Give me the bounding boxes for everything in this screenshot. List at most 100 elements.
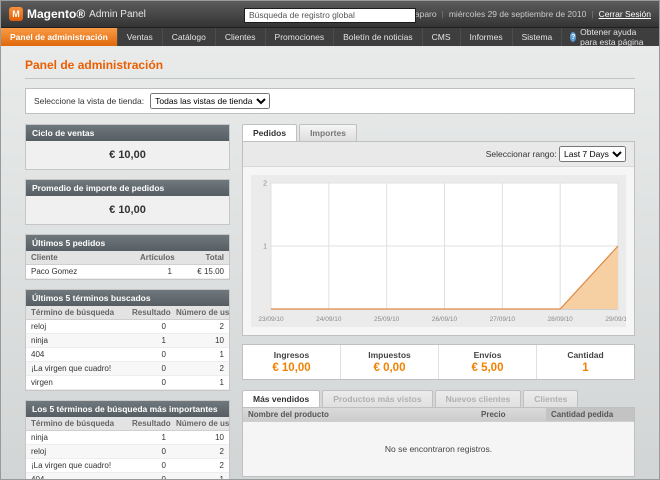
stat-value: 1 bbox=[539, 362, 632, 374]
svg-text:28/09/10: 28/09/10 bbox=[548, 316, 574, 323]
empty-row: No se encontraron registros. bbox=[243, 422, 634, 477]
nav-item-dashboard[interactable]: Panel de administración bbox=[1, 28, 118, 46]
cell-total: € 15.00 bbox=[177, 265, 229, 279]
cell-uses: 10 bbox=[171, 334, 229, 348]
cell-results: 0 bbox=[127, 320, 171, 334]
tab-pedidos[interactable]: Pedidos bbox=[242, 124, 297, 141]
column-header: Número de usos bbox=[171, 417, 229, 431]
orders-chart-svg: 1223/09/1024/09/1025/09/1026/09/1027/09/… bbox=[251, 175, 626, 327]
column-header: Cliente bbox=[26, 251, 135, 265]
bestsellers-table: Nombre del producto Precio Cantidad pedi… bbox=[243, 408, 634, 476]
table-row[interactable]: Paco Gomez 1 € 15.00 bbox=[26, 265, 229, 279]
top-search-table: Término de búsqueda Resultados Número de… bbox=[26, 417, 229, 479]
column-header: Artículos bbox=[135, 251, 177, 265]
nav-item-promociones[interactable]: Promociones bbox=[266, 28, 335, 46]
dashboard: Ciclo de ventas € 10,00 Promedio de impo… bbox=[25, 124, 635, 479]
last-search-title: Últimos 5 términos buscados bbox=[26, 290, 229, 306]
svg-text:24/09/10: 24/09/10 bbox=[316, 316, 342, 323]
top-search-title: Los 5 términos de búsqueda más important… bbox=[26, 401, 229, 417]
orders-area-chart: 1223/09/1024/09/1025/09/1026/09/1027/09/… bbox=[251, 175, 626, 327]
table-row[interactable]: ¡La virgen que cuadro!02 bbox=[26, 459, 229, 473]
cell-uses: 1 bbox=[171, 376, 229, 390]
cell-term: reloj bbox=[26, 445, 127, 459]
table-row[interactable]: 40401 bbox=[26, 473, 229, 480]
cell-term: 404 bbox=[26, 348, 127, 362]
nav-item-sistema[interactable]: Sistema bbox=[513, 28, 563, 46]
svg-text:25/09/10: 25/09/10 bbox=[374, 316, 400, 323]
svg-text:2: 2 bbox=[263, 181, 267, 188]
table-row[interactable]: ¡La virgen que cuadro!02 bbox=[26, 362, 229, 376]
cell-results: 1 bbox=[127, 431, 171, 445]
column-header: Número de usos bbox=[171, 306, 229, 320]
nav-item-boletin[interactable]: Boletín de noticias bbox=[334, 28, 422, 46]
average-orders-title: Promedio de importe de pedidos bbox=[26, 180, 229, 196]
tab-productos-mas-vistos[interactable]: Productos más vistos bbox=[322, 390, 432, 407]
store-view-select[interactable]: Todas las vistas de tienda bbox=[150, 93, 270, 109]
help-label: Obtener ayuda para esta página bbox=[580, 27, 651, 47]
nav-item-ventas[interactable]: Ventas bbox=[118, 28, 163, 46]
svg-text:1: 1 bbox=[263, 244, 267, 251]
cell-uses: 2 bbox=[171, 445, 229, 459]
cell-term: ¡La virgen que cuadro! bbox=[26, 459, 127, 473]
last-orders-table: Cliente Artículos Total Paco Gomez 1 € 1… bbox=[26, 251, 229, 279]
table-row[interactable]: virgen01 bbox=[26, 376, 229, 390]
cell-uses: 1 bbox=[171, 348, 229, 362]
stat-envios: Envíos € 5,00 bbox=[438, 345, 536, 379]
stat-value: € 10,00 bbox=[245, 362, 338, 374]
brand-name: Magento® bbox=[27, 7, 85, 21]
lifetime-sales-title: Ciclo de ventas bbox=[26, 125, 229, 141]
range-selector-row: Seleccionar rango: Last 7 Days bbox=[243, 142, 634, 167]
separator: | bbox=[591, 9, 593, 19]
main-nav: Panel de administración Ventas Catálogo … bbox=[1, 28, 659, 46]
chart-tabs: Pedidos Importes bbox=[242, 124, 635, 141]
column-header: Resultados bbox=[127, 306, 171, 320]
table-row[interactable]: reloj02 bbox=[26, 320, 229, 334]
logout-link[interactable]: Cerrar Sesión bbox=[599, 9, 651, 19]
tab-nuevos-clientes[interactable]: Nuevos clientes bbox=[435, 390, 522, 407]
brand-subtitle: Admin Panel bbox=[89, 9, 146, 20]
tab-mas-vendidos[interactable]: Más vendidos bbox=[242, 390, 320, 407]
stat-label: Envíos bbox=[441, 350, 534, 360]
range-label: Seleccionar rango: bbox=[486, 149, 557, 159]
chart-panel: Seleccionar rango: Last 7 Days 1223/09/1… bbox=[242, 141, 635, 336]
nav-item-cms[interactable]: CMS bbox=[423, 28, 461, 46]
page-content: Panel de administración Seleccione la vi… bbox=[1, 46, 659, 479]
dashboard-left-column: Ciclo de ventas € 10,00 Promedio de impo… bbox=[25, 124, 230, 479]
nav-item-clientes[interactable]: Clientes bbox=[216, 28, 266, 46]
table-row[interactable]: reloj02 bbox=[26, 445, 229, 459]
store-view-bar: Seleccione la vista de tienda: Todas las… bbox=[25, 88, 635, 114]
grid-tabs: Más vendidos Productos más vistos Nuevos… bbox=[242, 390, 635, 407]
tab-clientes[interactable]: Clientes bbox=[523, 390, 578, 407]
table-row[interactable]: ninja110 bbox=[26, 431, 229, 445]
table-row[interactable]: ninja110 bbox=[26, 334, 229, 348]
cell-uses: 10 bbox=[171, 431, 229, 445]
table-row[interactable]: 40401 bbox=[26, 348, 229, 362]
help-link[interactable]: ? Obtener ayuda para esta página bbox=[562, 28, 659, 46]
title-divider bbox=[25, 78, 635, 79]
nav-item-informes[interactable]: Informes bbox=[461, 28, 513, 46]
empty-message: No se encontraron registros. bbox=[243, 422, 634, 477]
stat-label: Ingresos bbox=[245, 350, 338, 360]
cell-uses: 2 bbox=[171, 320, 229, 334]
totals-bar: Ingresos € 10,00 Impuestos € 0,00 Envíos… bbox=[242, 344, 635, 380]
range-select[interactable]: Last 7 Days bbox=[559, 146, 626, 162]
tab-importes[interactable]: Importes bbox=[299, 124, 357, 141]
global-search-input[interactable] bbox=[244, 8, 416, 23]
cell-results: 0 bbox=[127, 348, 171, 362]
nav-item-catalogo[interactable]: Catálogo bbox=[163, 28, 216, 46]
cell-term: 404 bbox=[26, 473, 127, 480]
top-header: M Magento® Admin Panel Accedió como apar… bbox=[1, 1, 659, 28]
column-header: Término de búsqueda bbox=[26, 417, 127, 431]
dashboard-right-column: Pedidos Importes Seleccionar rango: Last… bbox=[242, 124, 635, 479]
cell-results: 0 bbox=[127, 459, 171, 473]
average-orders-panel: Promedio de importe de pedidos € 10,00 bbox=[25, 179, 230, 225]
cell-results: 0 bbox=[127, 473, 171, 480]
stat-impuestos: Impuestos € 0,00 bbox=[340, 345, 438, 379]
column-header: Nombre del producto bbox=[243, 408, 476, 422]
cell-term: ¡La virgen que cuadro! bbox=[26, 362, 127, 376]
column-header: Cantidad pedida bbox=[546, 408, 634, 422]
top-search-panel: Los 5 términos de búsqueda más important… bbox=[25, 400, 230, 479]
global-search bbox=[244, 5, 416, 23]
magento-logo-icon: M bbox=[9, 7, 23, 21]
stat-ingresos: Ingresos € 10,00 bbox=[243, 345, 340, 379]
